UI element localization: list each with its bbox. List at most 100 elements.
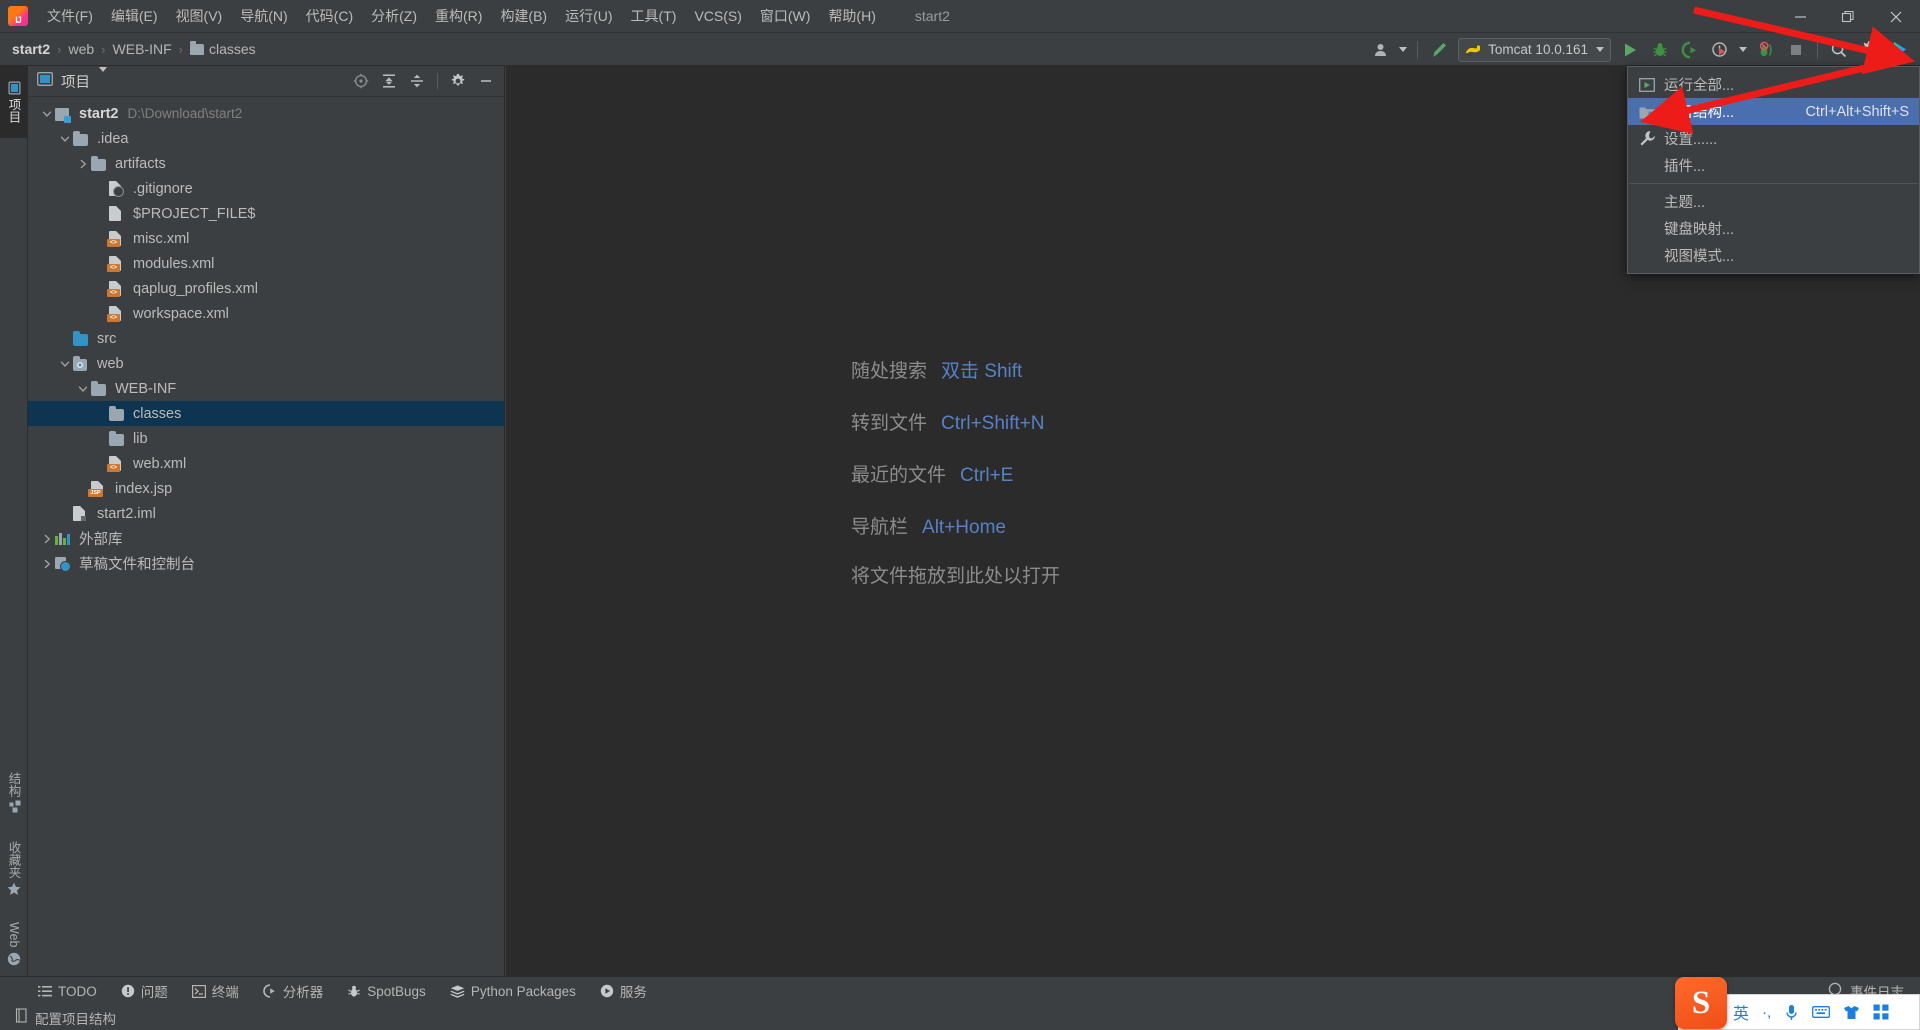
project-tree[interactable]: start2 D:\Download\start2 .idea artifacts .g… [28,97,504,986]
breadcrumb-item-web[interactable]: web [68,41,94,57]
menu-item-1[interactable]: 文件(F) [38,2,102,30]
menu-item-4[interactable]: 导航(N) [231,2,296,30]
tree-node-index.jsp[interactable]: index.jsp [28,476,504,501]
breadcrumb-item-WEB-INF[interactable]: WEB-INF [113,41,172,57]
tree-node-modules.xml[interactable]: modules.xml [28,251,504,276]
user-dropdown-icon[interactable] [1395,37,1411,63]
bottom-tab-问题[interactable]: 问题 [109,978,180,1004]
tree-node-草稿文件和控制台[interactable]: 草稿文件和控制台 [28,551,504,576]
ime-punctuation-icon[interactable]: ·, [1762,1004,1771,1021]
user-avatar-icon[interactable] [1369,37,1395,63]
hammer-icon[interactable] [1424,37,1454,63]
breadcrumb-item-classes[interactable]: classes [189,40,256,57]
tree-node-外部库[interactable]: 外部库 [28,526,504,551]
tree-node-lib[interactable]: lib [28,426,504,451]
menu-item-7[interactable]: 重构(R) [426,2,491,30]
close-icon[interactable] [1872,0,1920,33]
menu-item-5[interactable]: 代码(C) [297,2,362,30]
menu-option-1[interactable]: 运行全部... [1628,71,1919,98]
chevron-down-icon[interactable] [38,105,55,122]
tree-node-web[interactable]: web [28,351,504,376]
expand-all-icon[interactable] [376,69,402,93]
tree-node-workspace.xml[interactable]: workspace.xml [28,301,504,326]
chevron-down-icon[interactable] [1735,37,1751,63]
chevron-down-icon[interactable] [1596,47,1604,52]
stripe-tab-web-globe-icon[interactable]: Web [0,914,28,974]
menu-item-9[interactable]: 运行(U) [556,2,621,30]
ime-toolbar[interactable]: S 英 ·, [1675,977,1920,1030]
bottom-tab-分析器[interactable]: 分析器 [251,978,336,1004]
chevron-down-icon[interactable] [99,67,107,90]
tree-node-artifacts[interactable]: artifacts [28,151,504,176]
menu-option-2[interactable]: 项目结构... Ctrl+Alt+Shift+S [1628,98,1919,125]
idea-updates-icon[interactable] [1884,37,1914,63]
stripe-tab-structure-icon[interactable]: 结构 [0,763,28,823]
bottom-tab-todo[interactable]: TODO [26,981,109,1002]
run-with-coverage-icon[interactable] [1675,37,1705,63]
search-icon[interactable] [1824,37,1854,63]
tree-node-.idea[interactable]: .idea [28,126,504,151]
microphone-icon[interactable] [1784,1004,1799,1021]
gear-icon[interactable] [1854,37,1884,63]
tree-node-start2[interactable]: start2 D:\Download\start2 [28,101,504,126]
tree-node-WEB-INF[interactable]: WEB-INF [28,376,504,401]
hide-icon[interactable] [473,69,499,93]
tree-node-classes[interactable]: classes [28,401,504,426]
bottom-tab-服务[interactable]: 服务 [588,978,659,1004]
run-play-icon[interactable] [1615,37,1645,63]
stop-build-icon[interactable] [1751,37,1781,63]
keyboard-icon[interactable] [1812,1005,1831,1019]
chevron-right-icon[interactable] [38,530,55,547]
bottom-tab-python-packages[interactable]: Python Packages [438,981,588,1002]
chevron-down-icon[interactable] [74,380,91,397]
menu-item-13[interactable]: 帮助(H) [819,2,884,30]
menu-item-8[interactable]: 构建(B) [491,2,556,30]
ime-language-mode[interactable]: 英 [1733,1000,1749,1024]
breadcrumb-item-start2[interactable]: start2 [12,41,50,57]
stop-square-icon[interactable] [1781,37,1811,63]
breadcrumb-separator: › [178,41,183,57]
drop-files-hint: 将文件拖放到此处以打开 [851,566,1061,587]
menu-option-5[interactable]: 主题... [1628,188,1919,215]
welcome-hint-shortcut: Ctrl+E [960,465,1014,486]
tree-node-.gitignore[interactable]: .gitignore [28,176,504,201]
tree-node-src[interactable]: src [28,326,504,351]
bottom-tab-终端[interactable]: 终端 [180,978,251,1004]
menu-item-3[interactable]: 视图(V) [167,2,232,30]
skin-icon[interactable] [1843,1005,1860,1020]
folder-icon [91,380,109,397]
menu-item-2[interactable]: 编辑(E) [102,2,167,30]
toolbox-icon[interactable] [1873,1004,1889,1020]
chevron-down-icon[interactable] [56,355,73,372]
run-configuration-selector[interactable]: Tomcat 10.0.161 [1458,37,1611,62]
debug-bug-icon[interactable] [1645,37,1675,63]
chevron-right-icon[interactable] [74,155,91,172]
select-opened-file-icon[interactable] [348,69,374,93]
gear-icon[interactable] [445,69,471,93]
tree-node-start2.iml[interactable]: start2.iml [28,501,504,526]
bottom-tab-spotbugs[interactable]: SpotBugs [335,981,438,1002]
menu-item-10[interactable]: 工具(T) [622,2,686,30]
project-structure-icon [1636,103,1658,121]
stripe-tab-project-icon[interactable]: 项目 [0,66,28,138]
chevron-right-icon[interactable] [38,555,55,572]
collapse-all-icon[interactable] [404,69,430,93]
menu-option-3[interactable]: 设置...... [1628,125,1919,152]
tree-node-$PROJECT_FILE$[interactable]: $PROJECT_FILE$ [28,201,504,226]
menu-item-6[interactable]: 分析(Z) [362,2,426,30]
menu-option-6[interactable]: 键盘映射... [1628,215,1919,242]
chevron-down-icon[interactable] [56,130,73,147]
menu-item-12[interactable]: 窗口(W) [751,2,820,30]
sogou-logo-icon[interactable]: S [1675,977,1727,1029]
profiler-clock-icon[interactable] [1705,37,1735,63]
stripe-tab-star-icon[interactable]: 收藏夹 [0,835,28,903]
tree-node-qaplug_profiles.xml[interactable]: qaplug_profiles.xml [28,276,504,301]
restore-icon[interactable] [1824,0,1872,33]
tree-node-misc.xml[interactable]: misc.xml [28,226,504,251]
tree-node-web.xml[interactable]: web.xml [28,451,504,476]
menu-option-4[interactable]: 插件... [1628,152,1919,179]
minimize-icon[interactable] [1776,0,1824,33]
menu-item-11[interactable]: VCS(S) [685,4,750,28]
menu-option-7[interactable]: 视图模式... [1628,242,1919,269]
settings-popup-menu[interactable]: 运行全部... 项目结构... Ctrl+Alt+Shift+S 设置...... 插件… [1627,66,1920,274]
